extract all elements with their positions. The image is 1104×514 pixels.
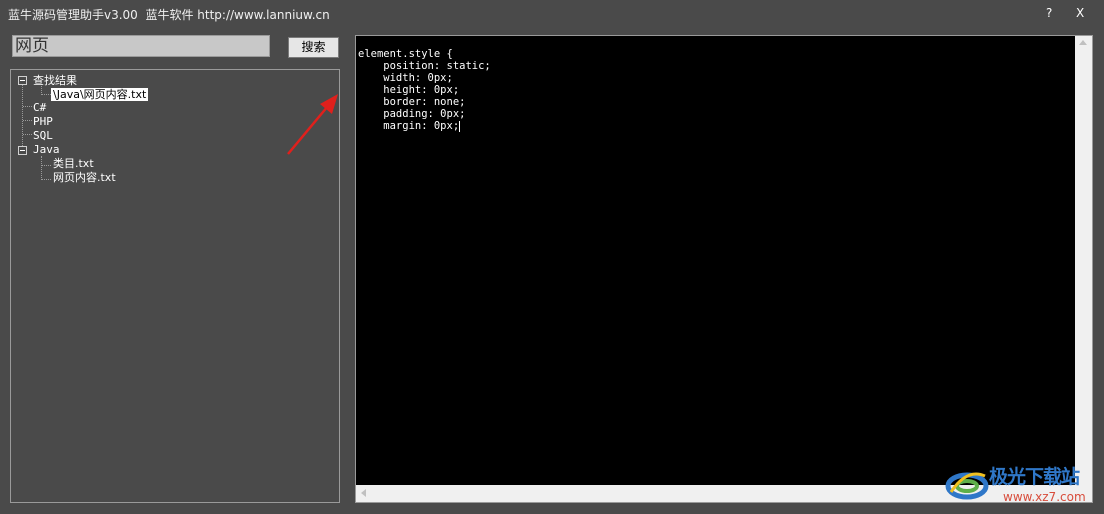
tree-connector <box>42 165 51 166</box>
tree-connector <box>22 85 23 152</box>
red-arrow-icon <box>287 94 338 155</box>
scroll-up-icon[interactable] <box>1079 40 1087 45</box>
tree-node-category-file[interactable]: 类目.txt <box>53 157 94 170</box>
search-button[interactable]: 搜索 <box>288 37 339 58</box>
title-bar: 蓝牛源码管理助手v3.00 蓝牛软件 http://www.lanniuw.cn… <box>0 0 1104 28</box>
watermark-url: www.xz7.com <box>1003 490 1086 504</box>
tree-connector <box>42 179 51 180</box>
tree-connector <box>23 120 32 121</box>
search-input[interactable]: 网页 <box>12 35 270 57</box>
window-title: 蓝牛源码管理助手v3.00 蓝牛软件 http://www.lanniuw.cn <box>8 8 330 22</box>
vertical-scrollbar[interactable] <box>1075 36 1092 485</box>
tree-connector <box>23 134 32 135</box>
tree-connector <box>42 94 51 95</box>
swirl-logo-icon <box>945 472 989 500</box>
tree-node-sql[interactable]: SQL <box>33 129 53 142</box>
tree-node-php[interactable]: PHP <box>33 115 53 128</box>
tree-node-java[interactable]: Java <box>33 143 60 156</box>
tree-node-search-results[interactable]: 查找结果 <box>33 74 77 87</box>
tree-node-webpage-file[interactable]: 网页内容.txt <box>53 171 116 184</box>
tree-node-result-file[interactable]: \Java\网页内容.txt <box>51 88 149 101</box>
scroll-left-icon[interactable] <box>361 489 366 497</box>
tree-connector <box>41 156 42 180</box>
text-caret <box>459 120 461 132</box>
collapse-toggle-icon[interactable] <box>18 146 27 155</box>
tree-connector <box>23 106 32 107</box>
tree-node-csharp[interactable]: C# <box>33 101 46 114</box>
help-button[interactable]: ? <box>1046 6 1052 20</box>
watermark: 极光下载站 www.xz7.com <box>945 462 1095 508</box>
collapse-toggle-icon[interactable] <box>18 76 27 85</box>
watermark-title: 极光下载站 <box>989 466 1080 488</box>
close-button[interactable]: X <box>1076 6 1084 20</box>
editor-content[interactable]: element.style { position: static; width:… <box>358 48 491 132</box>
code-editor[interactable]: element.style { position: static; width:… <box>355 35 1093 503</box>
